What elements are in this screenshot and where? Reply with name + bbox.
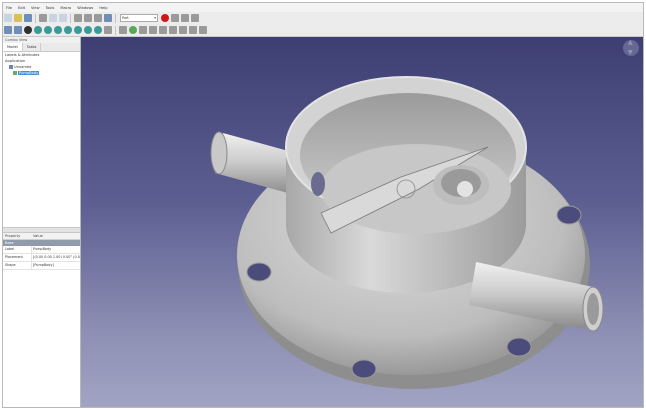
common-icon[interactable] bbox=[199, 26, 207, 34]
paste-icon[interactable] bbox=[59, 14, 67, 22]
toolbar-separator bbox=[115, 13, 116, 23]
menu-macro[interactable]: Macro bbox=[57, 6, 74, 10]
tab-tasks[interactable]: Tasks bbox=[23, 43, 42, 51]
menubar: File Edit View Tools Macro Windows Help bbox=[3, 3, 643, 12]
execute-macro-icon[interactable] bbox=[191, 14, 199, 22]
tree-item-pumpbody[interactable]: PumpBody bbox=[3, 70, 80, 76]
combo-view: Combo View Model Tasks Labels & Attribut… bbox=[3, 37, 81, 407]
property-column: Property bbox=[5, 234, 21, 238]
chevron-down-icon: ▾ bbox=[154, 16, 156, 20]
part-cylinder-icon[interactable] bbox=[129, 26, 137, 34]
view-toolbar bbox=[3, 24, 643, 37]
part-sphere-icon[interactable] bbox=[139, 26, 147, 34]
nav-arrow-down-icon[interactable]: ▼ bbox=[628, 50, 633, 56]
file-toolbar: Part ▾ bbox=[3, 12, 643, 24]
boolean-icon[interactable] bbox=[169, 26, 177, 34]
menu-help[interactable]: Help bbox=[96, 6, 110, 10]
bottom-view-icon[interactable] bbox=[84, 26, 92, 34]
save-icon[interactable] bbox=[24, 14, 32, 22]
solid-icon bbox=[13, 71, 17, 75]
navigation-cube[interactable]: ▲ ▼ bbox=[623, 40, 639, 56]
draw-style-icon[interactable] bbox=[24, 26, 32, 34]
open-file-icon[interactable] bbox=[14, 14, 22, 22]
tree-item-pumpbody-label: PumpBody bbox=[18, 71, 40, 75]
property-key: Shape bbox=[5, 263, 16, 267]
left-view-icon[interactable] bbox=[94, 26, 102, 34]
stop-macro-icon[interactable] bbox=[171, 14, 179, 22]
whats-this-icon[interactable] bbox=[104, 14, 112, 22]
refresh-icon[interactable] bbox=[94, 14, 102, 22]
property-value[interactable]: [PumpBody] bbox=[31, 262, 80, 269]
cut-icon[interactable] bbox=[39, 14, 47, 22]
copy-icon[interactable] bbox=[49, 14, 57, 22]
property-row[interactable]: Placement [(0.00 0.00 1.00) 0.00° (0.00 … bbox=[3, 254, 80, 262]
undo-icon[interactable] bbox=[74, 14, 82, 22]
property-value[interactable]: [(0.00 0.00 1.00) 0.00° (0.00 0.00 0.00)… bbox=[31, 254, 80, 261]
property-row[interactable]: Label PumpBody bbox=[3, 246, 80, 254]
workbench-label: Part bbox=[122, 16, 129, 20]
top-view-icon[interactable] bbox=[54, 26, 62, 34]
measure-icon[interactable] bbox=[104, 26, 112, 34]
workbench-selector[interactable]: Part ▾ bbox=[120, 14, 158, 22]
document-icon bbox=[9, 65, 13, 69]
right-view-icon[interactable] bbox=[64, 26, 72, 34]
menu-edit[interactable]: Edit bbox=[15, 6, 28, 10]
front-view-icon[interactable] bbox=[44, 26, 52, 34]
property-key: Placement bbox=[5, 255, 23, 259]
menu-view[interactable]: View bbox=[28, 6, 43, 10]
rear-view-icon[interactable] bbox=[74, 26, 82, 34]
fuse-icon[interactable] bbox=[189, 26, 197, 34]
record-macro-icon[interactable] bbox=[161, 14, 169, 22]
part-cone-icon[interactable] bbox=[149, 26, 157, 34]
app-window: File Edit View Tools Macro Windows Help … bbox=[2, 2, 644, 408]
new-file-icon[interactable] bbox=[4, 14, 12, 22]
menu-file[interactable]: File bbox=[3, 6, 15, 10]
fit-all-icon[interactable] bbox=[4, 26, 12, 34]
property-key: Label bbox=[5, 247, 15, 251]
fit-selection-icon[interactable] bbox=[14, 26, 22, 34]
part-torus-icon[interactable] bbox=[159, 26, 167, 34]
part-box-icon[interactable] bbox=[119, 26, 127, 34]
cut-shape-icon[interactable] bbox=[179, 26, 187, 34]
tree-item-document-label: Unnamed bbox=[14, 65, 32, 69]
nav-arrow-up-icon[interactable]: ▲ bbox=[628, 40, 633, 46]
menu-windows[interactable]: Windows bbox=[74, 6, 96, 10]
macros-icon[interactable] bbox=[181, 14, 189, 22]
toolbar-separator bbox=[70, 13, 71, 23]
model-tree: Labels & Attributes Application Unnamed … bbox=[3, 52, 80, 227]
redo-icon[interactable] bbox=[84, 14, 92, 22]
toolbar-separator bbox=[35, 13, 36, 23]
property-header: Property Value bbox=[3, 233, 80, 240]
combo-tabs: Model Tasks bbox=[3, 43, 80, 52]
value-column: Value bbox=[33, 234, 43, 238]
property-row[interactable]: Shape [PumpBody] bbox=[3, 262, 80, 270]
menu-tools[interactable]: Tools bbox=[43, 6, 58, 10]
property-value[interactable]: PumpBody bbox=[31, 246, 80, 253]
pump-housing-model[interactable] bbox=[81, 37, 643, 407]
toolbar-separator bbox=[115, 25, 116, 35]
tab-model[interactable]: Model bbox=[3, 43, 23, 51]
3d-viewport[interactable]: ▲ ▼ bbox=[81, 37, 643, 407]
isometric-view-icon[interactable] bbox=[34, 26, 42, 34]
